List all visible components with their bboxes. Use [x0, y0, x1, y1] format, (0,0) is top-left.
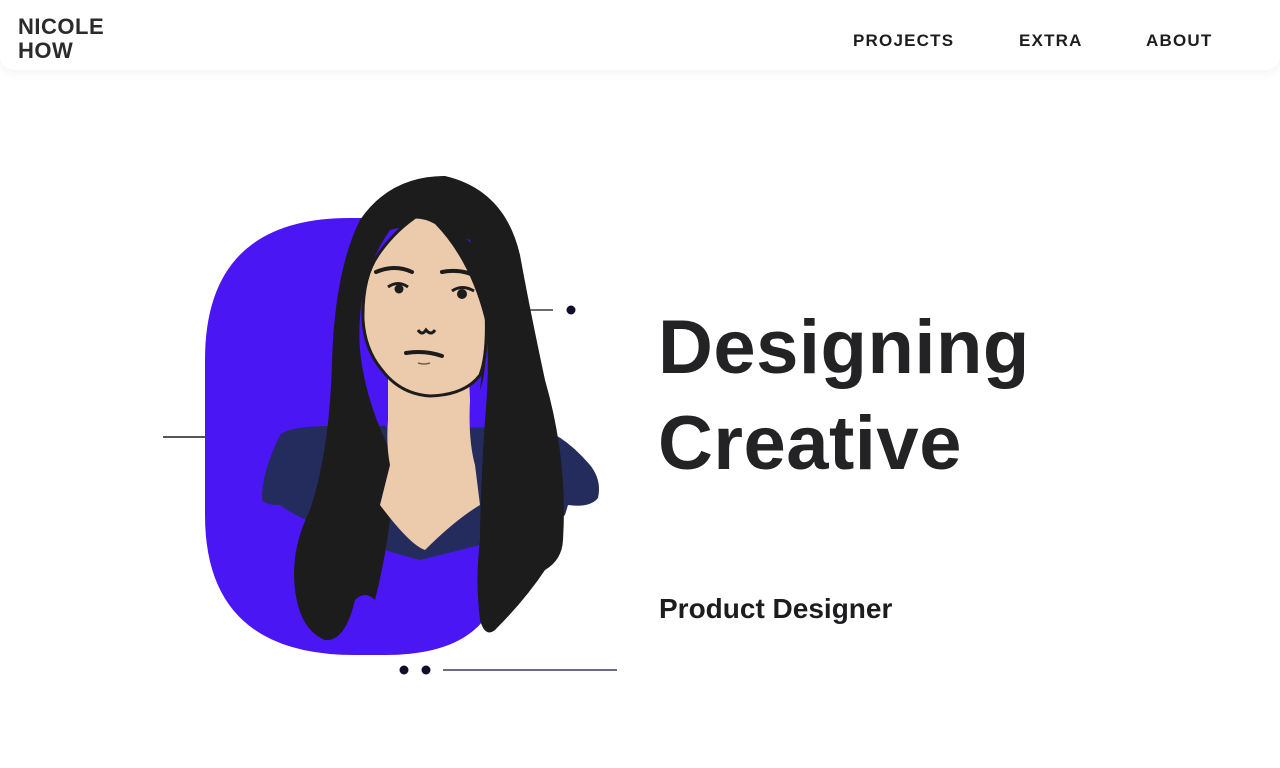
main-nav: PROJECTS EXTRA ABOUT — [853, 31, 1226, 51]
left-pupil — [394, 284, 404, 294]
hero-headline: Designing Creative — [658, 300, 1030, 492]
page: NICOLE HOW PROJECTS EXTRA ABOUT Designin… — [0, 0, 1280, 768]
headline-line-2: Creative — [658, 401, 962, 486]
nav-item-projects[interactable]: PROJECTS — [853, 31, 1019, 51]
logo-line-first: NICOLE — [18, 14, 105, 39]
top-navigation-bar: NICOLE HOW PROJECTS EXTRA ABOUT — [0, 0, 1280, 70]
decor-dot-top — [566, 305, 576, 315]
site-logo[interactable]: NICOLE HOW — [18, 15, 104, 63]
nav-item-about[interactable]: ABOUT — [1146, 31, 1226, 51]
nav-item-extra[interactable]: EXTRA — [1019, 31, 1146, 51]
decor-dot-bottom-2 — [421, 665, 431, 675]
logo-line-last: HOW — [18, 38, 74, 63]
decor-dot-bottom-1 — [399, 665, 409, 675]
hero-subtitle: Product Designer — [659, 593, 893, 624]
portrait-illustration-icon — [150, 160, 630, 700]
right-pupil — [457, 289, 467, 299]
headline-line-1: Designing — [658, 305, 1030, 390]
